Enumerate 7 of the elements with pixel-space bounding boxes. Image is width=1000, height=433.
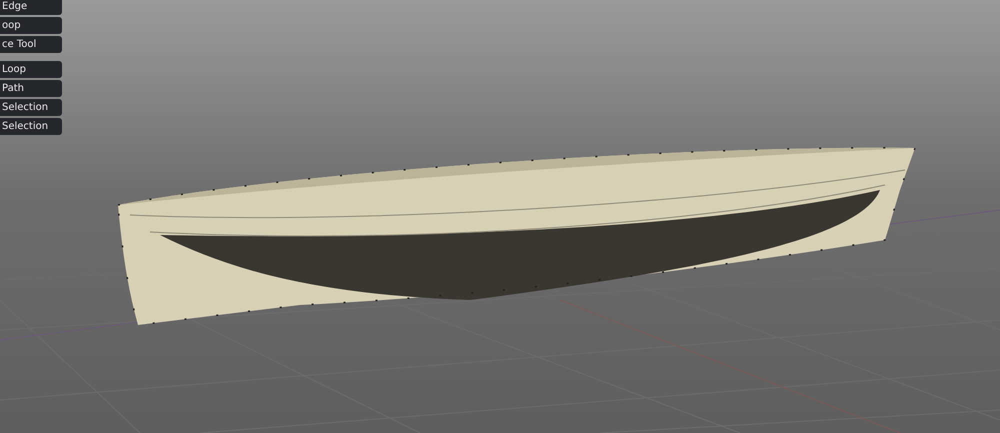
tool-button[interactable]: Path: [0, 80, 62, 97]
tool-button[interactable]: oop: [0, 17, 62, 34]
tool-button[interactable]: Edge: [0, 0, 62, 15]
tool-button[interactable]: Loop: [0, 61, 62, 78]
tool-button[interactable]: ce Tool: [0, 36, 62, 53]
tool-button[interactable]: Selection: [0, 118, 62, 135]
tool-button[interactable]: Selection: [0, 99, 62, 116]
